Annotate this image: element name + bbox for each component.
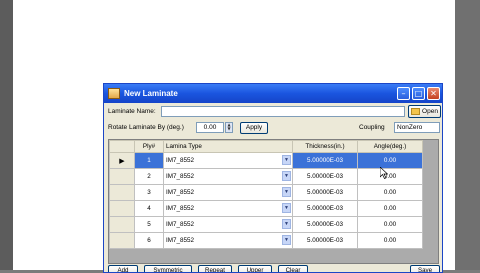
rotate-angle-input[interactable]: 0.00	[196, 122, 224, 133]
window-title: New Laminate	[124, 89, 178, 98]
angle-cell[interactable]: 0.00	[357, 232, 423, 249]
table-row[interactable]: 6 IM7_8552 ▼ 5.00000E-03 0.00	[109, 232, 423, 249]
laminate-name-input[interactable]	[161, 106, 405, 117]
page-shadow	[455, 0, 480, 270]
thickness-cell[interactable]: 5.00000E-03	[292, 152, 358, 169]
thickness-cell[interactable]: 5.00000E-03	[292, 200, 358, 217]
table-row[interactable]: 2 IM7_8552 ▼ 5.00000E-03 0.00	[109, 168, 423, 185]
open-button[interactable]: Open	[408, 105, 441, 118]
row-header[interactable]	[109, 232, 135, 249]
maximize-button[interactable]: □	[412, 87, 425, 100]
rotate-row: Rotate Laminate By (deg.) 0.00 ▲ ▼ Apply …	[108, 122, 440, 136]
lamina-type-value: IM7_8552	[166, 237, 195, 244]
row-header[interactable]	[109, 184, 135, 201]
laminate-name-row: Laminate Name: Open	[108, 105, 441, 119]
add-button[interactable]: Add	[108, 265, 138, 272]
lamina-type-cell[interactable]: IM7_8552 ▼	[163, 168, 293, 185]
row-header[interactable]	[109, 200, 135, 217]
rotate-label: Rotate Laminate By (deg.)	[108, 124, 184, 131]
thickness-cell[interactable]: 5.00000E-03	[292, 168, 358, 185]
row-pointer-icon: ▶	[109, 152, 135, 169]
table-header-row: Ply# Lamina Type Thickness(in.) Angle(de…	[109, 140, 423, 153]
angle-cell[interactable]: 0.00	[357, 152, 423, 169]
new-laminate-dialog: New Laminate – □ ✕ Laminate Name: Open R…	[103, 83, 443, 273]
lamina-type-cell[interactable]: IM7_8552 ▼	[163, 152, 293, 169]
column-header-lamina-type[interactable]: Lamina Type	[163, 140, 293, 153]
column-header-angle[interactable]: Angle(deg.)	[357, 140, 423, 153]
chevron-down-icon[interactable]: ▼	[282, 235, 291, 245]
save-button[interactable]: Save	[410, 265, 440, 272]
chevron-down-icon[interactable]: ▼	[282, 171, 291, 181]
coupling-label: Coupling	[359, 124, 385, 131]
ply-number[interactable]: 1	[134, 152, 164, 169]
rotate-angle-stepper[interactable]: ▲ ▼	[225, 122, 233, 133]
ply-table: Ply# Lamina Type Thickness(in.) Angle(de…	[109, 140, 423, 249]
thickness-cell[interactable]: 5.00000E-03	[292, 216, 358, 233]
apply-button[interactable]: Apply	[240, 122, 268, 134]
ply-number[interactable]: 2	[134, 168, 164, 185]
folder-icon	[411, 108, 421, 115]
lamina-type-value: IM7_8552	[166, 205, 195, 212]
row-header[interactable]	[109, 216, 135, 233]
lamina-type-cell[interactable]: IM7_8552 ▼	[163, 200, 293, 217]
ply-number[interactable]: 4	[134, 200, 164, 217]
laminate-name-label: Laminate Name:	[108, 108, 156, 115]
table-row[interactable]: 3 IM7_8552 ▼ 5.00000E-03 0.00	[109, 184, 423, 201]
row-header[interactable]	[109, 168, 135, 185]
angle-cell[interactable]: 0.00	[357, 200, 423, 217]
chevron-down-icon[interactable]: ▼	[282, 203, 291, 213]
mouse-cursor-icon	[380, 167, 388, 179]
bottom-button-bar: Add Symmetric Repeat Upper Clear Save	[108, 265, 440, 272]
table-row[interactable]: 5 IM7_8552 ▼ 5.00000E-03 0.00	[109, 216, 423, 233]
angle-cell[interactable]: 0.00	[357, 184, 423, 201]
column-header-ply[interactable]: Ply#	[134, 140, 164, 153]
close-button[interactable]: ✕	[427, 87, 440, 100]
lamina-type-cell[interactable]: IM7_8552 ▼	[163, 232, 293, 249]
upper-button[interactable]: Upper	[238, 265, 272, 272]
minimize-button[interactable]: –	[397, 87, 410, 100]
symmetric-button[interactable]: Symmetric	[144, 265, 192, 272]
ply-number[interactable]: 6	[134, 232, 164, 249]
lamina-type-value: IM7_8552	[166, 189, 195, 196]
angle-cell[interactable]: 0.00	[357, 216, 423, 233]
lamina-type-value: IM7_8552	[166, 173, 195, 180]
thickness-cell[interactable]: 5.00000E-03	[292, 184, 358, 201]
ply-number[interactable]: 5	[134, 216, 164, 233]
angle-cell[interactable]: 0.00	[357, 168, 423, 185]
table-row[interactable]: ▶ 1 IM7_8552 ▼ 5.00000E-03 0.00	[109, 152, 423, 169]
thickness-cell[interactable]: 5.00000E-03	[292, 232, 358, 249]
coupling-select[interactable]: NonZero	[394, 122, 440, 133]
chevron-down-icon[interactable]: ▼	[282, 155, 291, 165]
ply-number[interactable]: 3	[134, 184, 164, 201]
left-panel	[0, 0, 13, 270]
lamina-type-cell[interactable]: IM7_8552 ▼	[163, 184, 293, 201]
open-button-label: Open	[422, 108, 438, 115]
lamina-type-value: IM7_8552	[166, 221, 195, 228]
row-header-corner	[109, 140, 135, 153]
repeat-button[interactable]: Repeat	[198, 265, 232, 272]
laminate-window-icon	[108, 88, 120, 99]
ply-grid: Ply# Lamina Type Thickness(in.) Angle(de…	[108, 139, 439, 264]
chevron-down-icon[interactable]: ▼	[282, 187, 291, 197]
lamina-type-cell[interactable]: IM7_8552 ▼	[163, 216, 293, 233]
title-bar[interactable]: New Laminate – □ ✕	[104, 84, 442, 103]
table-row[interactable]: 4 IM7_8552 ▼ 5.00000E-03 0.00	[109, 200, 423, 217]
column-header-thickness[interactable]: Thickness(in.)	[292, 140, 358, 153]
clear-button[interactable]: Clear	[278, 265, 308, 272]
chevron-down-icon[interactable]: ▼	[282, 219, 291, 229]
lamina-type-value: IM7_8552	[166, 157, 195, 164]
